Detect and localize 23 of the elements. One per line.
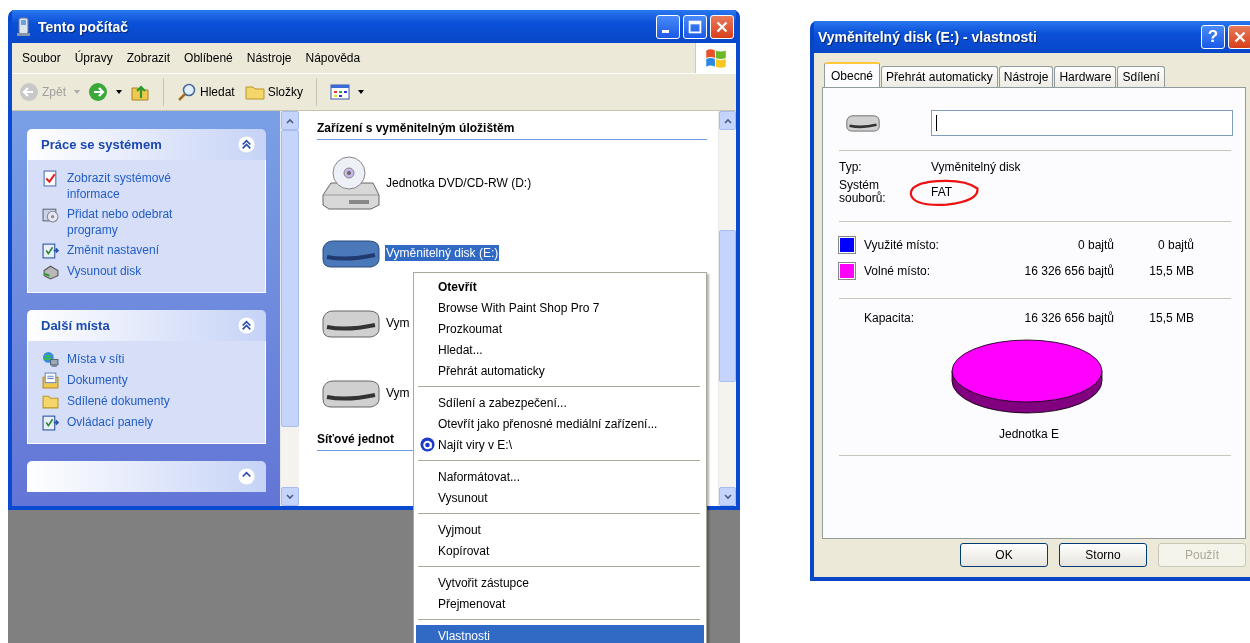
window-title: Tento počítač — [38, 18, 129, 35]
legend-label: Volné místo: — [864, 264, 932, 278]
panel-title: Další místa — [41, 318, 111, 333]
drive-caption: Jednotka E — [999, 427, 1061, 441]
size-value: 0 bajtů — [1156, 238, 1194, 252]
group-heading: Zařízení s vyměnitelným úložištěm — [317, 121, 707, 140]
field-label: Typ: — [839, 161, 863, 174]
field-value: FAT — [931, 186, 953, 199]
byte-count: 16 326 656 bajtů — [1023, 311, 1114, 325]
field-value: Vyměnitelný disk — [931, 161, 1021, 174]
size-value: 15,5 MB — [1148, 311, 1194, 325]
byte-count: 16 326 656 bajtů — [1023, 264, 1114, 278]
field-label: Systém souborů: — [839, 179, 887, 205]
drive-label: Vyměnitelný disk (E:) — [385, 245, 500, 261]
byte-count: 0 bajtů — [1076, 238, 1114, 252]
legend-label: Využité místo: — [864, 238, 940, 252]
drive-label: Vym — [385, 385, 411, 401]
size-value: 15,5 MB — [1148, 264, 1194, 278]
panel-title: Práce se systémem — [41, 137, 163, 152]
capacity-label: Kapacita: — [864, 311, 916, 325]
drive-label: Jednotka DVD/CD-RW (D:) — [385, 175, 533, 191]
dialog-title: Vyměnitelný disk (E:) - vlastnosti — [818, 29, 1038, 45]
drive-label: Vym — [385, 315, 411, 331]
